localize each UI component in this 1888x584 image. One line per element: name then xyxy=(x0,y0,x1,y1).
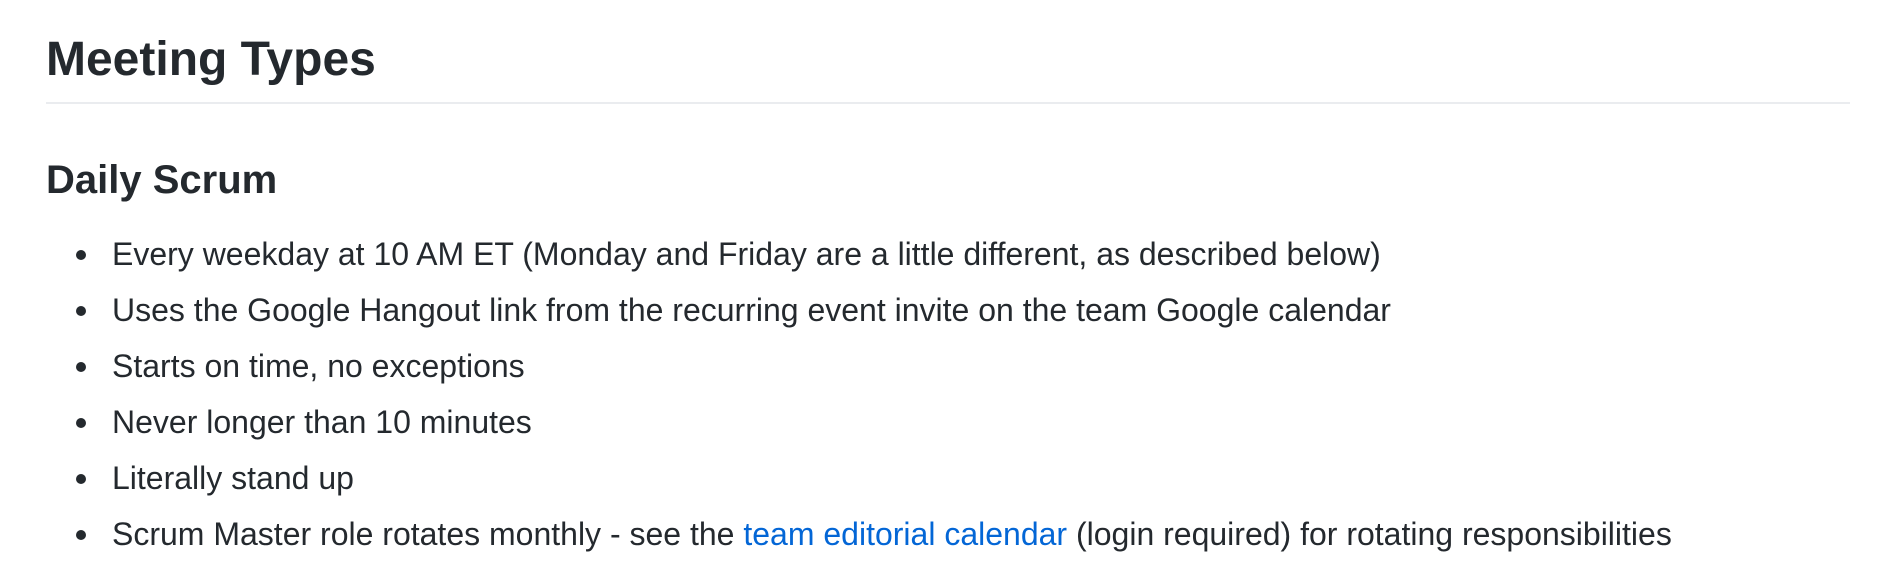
list-item-text: Uses the Google Hangout link from the re… xyxy=(112,292,1391,328)
team-editorial-calendar-link[interactable]: team editorial calendar xyxy=(743,516,1067,552)
list-item: Uses the Google Hangout link from the re… xyxy=(76,290,1850,330)
list-item: Scrum Master role rotates monthly - see … xyxy=(76,514,1850,554)
document-content: Meeting Types Daily Scrum Every weekday … xyxy=(46,0,1850,570)
list-item: Starts on time, no exceptions xyxy=(76,346,1850,386)
list-item-text: Starts on time, no exceptions xyxy=(112,348,525,384)
bullet-dot-icon xyxy=(76,474,86,484)
bullet-dot-icon xyxy=(76,250,86,260)
daily-scrum-list: Every weekday at 10 AM ET (Monday and Fr… xyxy=(46,234,1850,554)
bullet-dot-icon xyxy=(76,418,86,428)
bullet-dot-icon xyxy=(76,306,86,316)
list-item-prefix: Scrum Master role rotates monthly - see … xyxy=(112,516,744,552)
list-item: Never longer than 10 minutes xyxy=(76,402,1850,442)
page-title: Meeting Types xyxy=(46,0,1850,104)
section-title-daily-scrum: Daily Scrum xyxy=(46,158,278,202)
bullet-dot-icon xyxy=(76,362,86,372)
list-item: Every weekday at 10 AM ET (Monday and Fr… xyxy=(76,234,1850,274)
list-item: Literally stand up xyxy=(76,458,1850,498)
list-item-text: Every weekday at 10 AM ET (Monday and Fr… xyxy=(112,236,1381,272)
list-item-text: Never longer than 10 minutes xyxy=(112,404,532,440)
list-item-text: Literally stand up xyxy=(112,460,354,496)
bullet-dot-icon xyxy=(76,530,86,540)
list-item-suffix: (login required) for rotating responsibi… xyxy=(1067,516,1672,552)
